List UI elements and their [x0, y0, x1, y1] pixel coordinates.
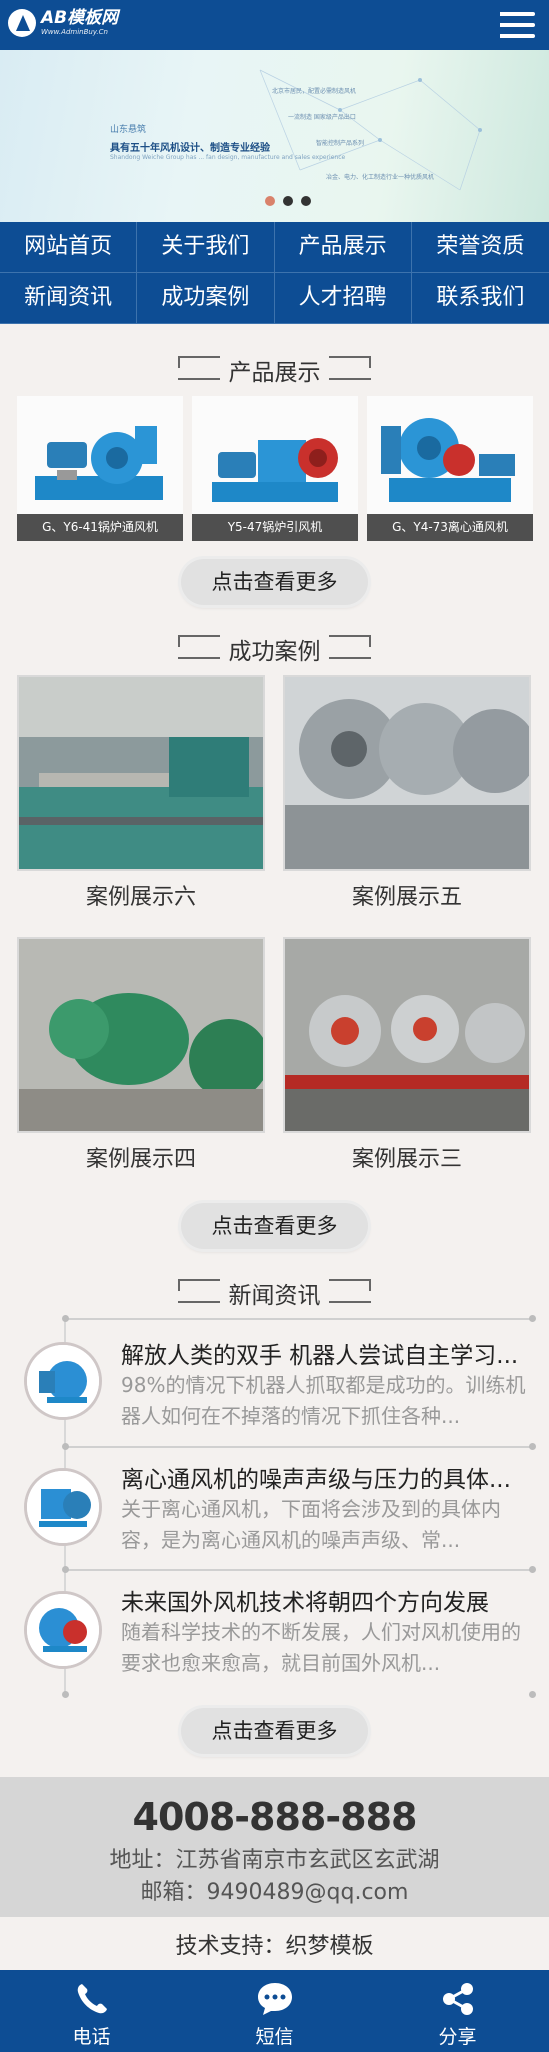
message-icon	[257, 1983, 292, 2015]
more-products-button[interactable]: 点击查看更多	[181, 559, 368, 605]
call-label: 电话	[72, 2026, 111, 2048]
logo-title: AB模板网	[41, 8, 119, 28]
case-image	[283, 675, 531, 871]
logo-icon	[8, 9, 36, 37]
news-thumbnail	[24, 1342, 102, 1420]
news-item[interactable]: 解放人类的双手 机器人尝试自主学习... 98%的情况下机器人抓取都是成功的。训…	[0, 1318, 549, 1458]
nav-item-honors[interactable]: 荣誉资质	[411, 222, 549, 273]
news-thumbnail	[24, 1591, 102, 1669]
nav-item-jobs[interactable]: 人才招聘	[274, 273, 412, 324]
news-title[interactable]: 解放人类的双手 机器人尝试自主学习...	[121, 1336, 536, 1370]
more-cases-button[interactable]: 点击查看更多	[181, 1203, 368, 1249]
nav-item-about[interactable]: 关于我们	[137, 222, 275, 273]
carousel-dot[interactable]	[283, 196, 293, 206]
case-caption: 案例展示三	[351, 1147, 462, 1172]
logo-subtitle: Www.AdminBuy.Cn	[41, 28, 108, 36]
nav-item-home[interactable]: 网站首页	[0, 222, 138, 273]
banner-note: 一流制造 国家级产品出口	[288, 114, 356, 121]
contact-phone[interactable]: 4008-888-888	[0, 1795, 549, 1839]
nav-item-news[interactable]: 新闻资讯	[0, 273, 138, 324]
product-card[interactable]: G、Y4-73离心通风机	[367, 396, 533, 541]
news-description: 关于离心通风机，下面将会涉及到的具体内容，是为离心通风机的噪声声级、常...	[121, 1497, 501, 1552]
case-image	[283, 937, 531, 1133]
carousel-dots	[265, 196, 311, 206]
hamburger-menu-icon[interactable]	[495, 12, 535, 38]
news-item[interactable]: 未来国外风机技术将朝四个方向发展 随着科学技术的不断发展，人们对风机使用的要求也…	[0, 1569, 549, 1709]
case-image	[17, 675, 265, 871]
main-nav: 网站首页 关于我们 产品展示 荣誉资质 新闻资讯 成功案例 人才招聘 联系我们	[0, 222, 549, 324]
case-card[interactable]: 案例展示三	[283, 937, 531, 1177]
case-card[interactable]: 案例展示六	[17, 675, 265, 915]
section-title-news: 新闻资讯	[0, 1275, 549, 1309]
news-title[interactable]: 离心通风机的噪声声级与压力的具体...	[121, 1460, 536, 1494]
carousel-dot[interactable]	[265, 196, 275, 206]
product-card[interactable]: G、Y6-41锅炉通风机	[17, 396, 183, 541]
section-title-text: 成功案例	[228, 639, 321, 665]
product-card[interactable]: Y5-47锅炉引风机	[192, 396, 358, 541]
nav-item-products[interactable]: 产品展示	[274, 222, 412, 273]
nav-item-cases[interactable]: 成功案例	[137, 273, 275, 324]
sms-button[interactable]: 短信	[183, 1970, 366, 2052]
case-caption: 案例展示四	[85, 1147, 196, 1172]
sms-label: 短信	[255, 2026, 294, 2048]
header: AB模板网 Www.AdminBuy.Cn	[0, 0, 549, 50]
case-caption: 案例展示五	[351, 885, 462, 910]
tech-support[interactable]: 技术支持：织梦模板	[0, 1928, 549, 1960]
share-label: 分享	[438, 2026, 477, 2048]
section-title-products: 产品展示	[0, 352, 549, 386]
site-logo[interactable]: AB模板网 Www.AdminBuy.Cn	[8, 9, 118, 37]
contact-email[interactable]: 邮箱：9490489@qq.com	[0, 1874, 549, 1906]
product-caption: Y5-47锅炉引风机	[192, 514, 358, 541]
news-title[interactable]: 未来国外风机技术将朝四个方向发展	[121, 1583, 536, 1617]
case-card[interactable]: 案例展示五	[283, 675, 531, 915]
news-item[interactable]: 离心通风机的噪声声级与压力的具体... 关于离心通风机，下面将会涉及到的具体内容…	[0, 1446, 549, 1586]
section-title-text: 产品展示	[228, 360, 321, 386]
case-caption: 案例展示六	[85, 885, 196, 910]
case-image	[17, 937, 265, 1133]
banner-note: 北京市居民，配置必需制造风机	[272, 88, 357, 95]
banner-note: 冶金、电力、化工制造行业一种优质风机	[326, 174, 435, 181]
news-thumbnail	[24, 1468, 102, 1546]
product-caption: G、Y6-41锅炉通风机	[17, 514, 183, 541]
call-button[interactable]: 电话	[0, 1970, 183, 2052]
news-description: 随着科学技术的不断发展，人们对风机使用的要求也愈来愈高，就目前国外风机...	[121, 1620, 521, 1675]
carousel-dot[interactable]	[301, 196, 311, 206]
contact-address: 地址：江苏省南京市玄武区玄武湖	[109, 1848, 440, 1873]
section-title-cases: 成功案例	[0, 631, 549, 665]
contact-block: 4008-888-888 地址：江苏省南京市玄武区玄武湖 邮箱：9490489@…	[0, 1777, 549, 1917]
phone-icon	[77, 1984, 107, 2014]
share-icon	[442, 1983, 473, 2015]
more-news-button[interactable]: 点击查看更多	[181, 1708, 368, 1754]
banner-slogan: 具有五十年风机设计、制造专业经验	[110, 143, 270, 154]
news-description: 98%的情况下机器人抓取都是成功的。训练机器人如何在不掉落的情况下抓住各种...	[121, 1373, 526, 1428]
hero-banner[interactable]: 山东悬筑 具有五十年风机设计、制造专业经验 Shandong Weiche Gr…	[0, 50, 549, 222]
nav-item-contact[interactable]: 联系我们	[411, 273, 549, 324]
banner-small-text: Shandong Weiche Group has ... fan design…	[110, 154, 346, 161]
bottom-toolbar: 电话 短信 分享	[0, 1970, 549, 2052]
banner-tag: 山东悬筑	[110, 125, 147, 135]
product-caption: G、Y4-73离心通风机	[367, 514, 533, 541]
case-card[interactable]: 案例展示四	[17, 937, 265, 1177]
share-button[interactable]: 分享	[366, 1970, 549, 2052]
section-title-text: 新闻资讯	[228, 1283, 321, 1309]
banner-note: 智能控制产品系列	[316, 140, 365, 147]
